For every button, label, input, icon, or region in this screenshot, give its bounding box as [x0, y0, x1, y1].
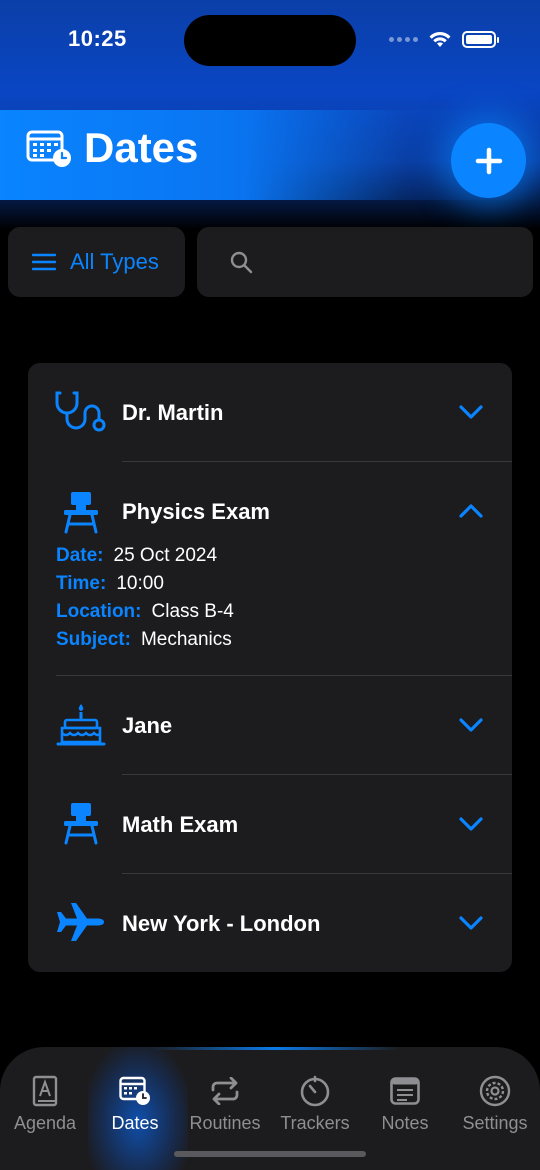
detail-value: 25 Oct 2024 — [113, 545, 218, 566]
list-item[interactable]: Dr. Martin — [28, 363, 512, 461]
calendar-clock-icon — [119, 1075, 151, 1107]
wifi-icon — [429, 32, 451, 47]
gear-icon — [479, 1075, 511, 1107]
tab-label: Notes — [381, 1113, 429, 1133]
battery-icon — [462, 30, 499, 48]
detail-label: Time: — [56, 573, 107, 594]
chevron-down-icon[interactable] — [458, 404, 484, 420]
list-icon — [32, 253, 56, 271]
home-indicator[interactable] — [174, 1151, 366, 1157]
detail-value: Mechanics — [140, 629, 232, 650]
detail-label: Location: — [56, 601, 142, 622]
birthday-cake-icon — [54, 702, 108, 746]
tab-settings[interactable]: Settings — [450, 1075, 540, 1155]
type-filter-label: All Types — [70, 249, 159, 274]
detail-value: 10:00 — [116, 573, 164, 594]
cellular-signal-icon — [389, 36, 418, 42]
search-input[interactable] — [265, 250, 515, 274]
list-item-title: Math Exam — [122, 812, 239, 837]
notes-icon — [389, 1075, 421, 1107]
tab-label: Settings — [462, 1113, 528, 1133]
detail-subject: Subject: Mechanics — [56, 629, 232, 651]
tab-label: Agenda — [13, 1113, 77, 1133]
tab-trackers[interactable]: Trackers — [270, 1075, 360, 1155]
tab-agenda[interactable]: Agenda — [0, 1075, 90, 1155]
tab-notes[interactable]: Notes — [360, 1075, 450, 1155]
list-item[interactable]: Math Exam — [28, 775, 512, 873]
dynamic-island — [184, 15, 356, 66]
tab-dates[interactable]: Dates — [90, 1075, 180, 1155]
detail-time: Time: 10:00 — [56, 573, 164, 595]
chevron-down-icon[interactable] — [458, 915, 484, 931]
tab-label: Routines — [189, 1113, 261, 1133]
detail-location: Location: Class B-4 — [56, 601, 234, 623]
add-date-button[interactable] — [451, 123, 526, 198]
type-filter-button[interactable]: All Types — [8, 227, 185, 297]
desk-icon — [54, 490, 108, 534]
status-time: 10:25 — [68, 26, 127, 51]
timer-icon — [299, 1075, 331, 1107]
search-icon — [230, 251, 253, 274]
list-item-expanded[interactable]: Physics Exam Date: 25 Oct 2024 Time: 10:00… — [28, 462, 512, 675]
tab-label: Dates — [111, 1113, 159, 1133]
list-item-title: New York - London — [122, 911, 321, 936]
agenda-book-icon — [29, 1075, 61, 1107]
list-item[interactable]: Jane — [28, 676, 512, 774]
chevron-down-icon[interactable] — [458, 717, 484, 733]
plus-icon — [475, 147, 502, 174]
detail-label: Date: — [56, 545, 104, 566]
detail-value: Class B-4 — [151, 601, 234, 622]
tab-label: Trackers — [280, 1113, 350, 1133]
list-item[interactable]: New York - London — [28, 874, 512, 972]
chevron-down-icon[interactable] — [458, 816, 484, 832]
status-icons — [389, 30, 499, 48]
list-item-title: Jane — [122, 713, 173, 738]
search-box[interactable] — [197, 227, 533, 297]
list-item-title: Physics Exam — [122, 499, 270, 524]
desk-icon — [54, 801, 108, 845]
tab-routines[interactable]: Routines — [180, 1075, 270, 1155]
airplane-icon — [54, 900, 108, 944]
tab-bar-highlight — [150, 1047, 400, 1050]
page-title: Dates — [84, 124, 199, 171]
list-item-title: Dr. Martin — [122, 400, 224, 425]
detail-date: Date: 25 Oct 2024 — [56, 545, 217, 567]
stethoscope-icon — [54, 389, 108, 433]
detail-label: Subject: — [56, 629, 131, 650]
repeat-icon — [209, 1075, 241, 1107]
dates-list: Dr. Martin Physics Exam Date: 25 Oct 2024… — [28, 363, 512, 972]
calendar-clock-icon — [26, 130, 71, 167]
chevron-up-icon[interactable] — [458, 503, 484, 519]
status-bar: 10:25 — [0, 0, 540, 90]
